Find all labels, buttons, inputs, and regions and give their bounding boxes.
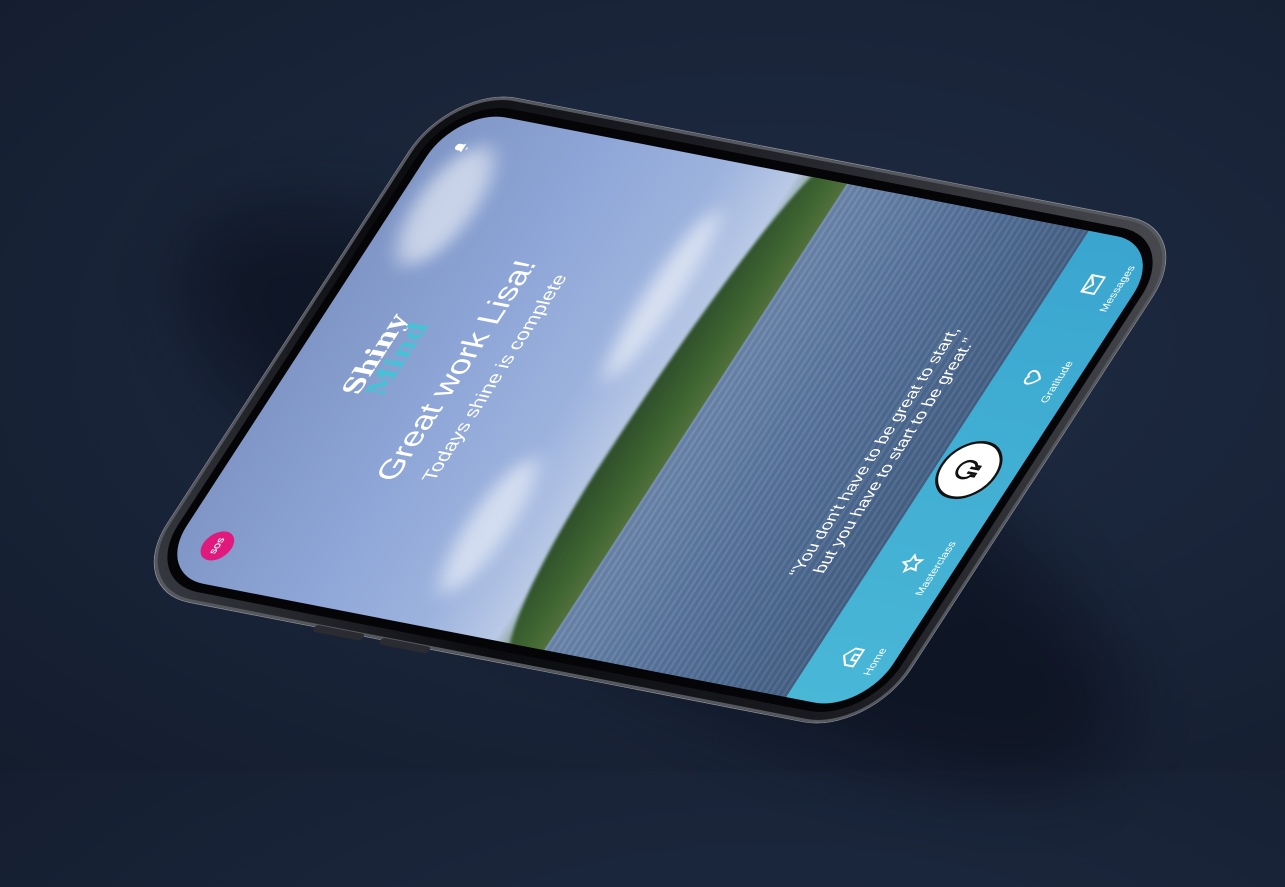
cloud (424, 454, 554, 598)
mockup-scene: SOS Shiny Mind Great work Lisa! Todays s… (0, 0, 1285, 887)
